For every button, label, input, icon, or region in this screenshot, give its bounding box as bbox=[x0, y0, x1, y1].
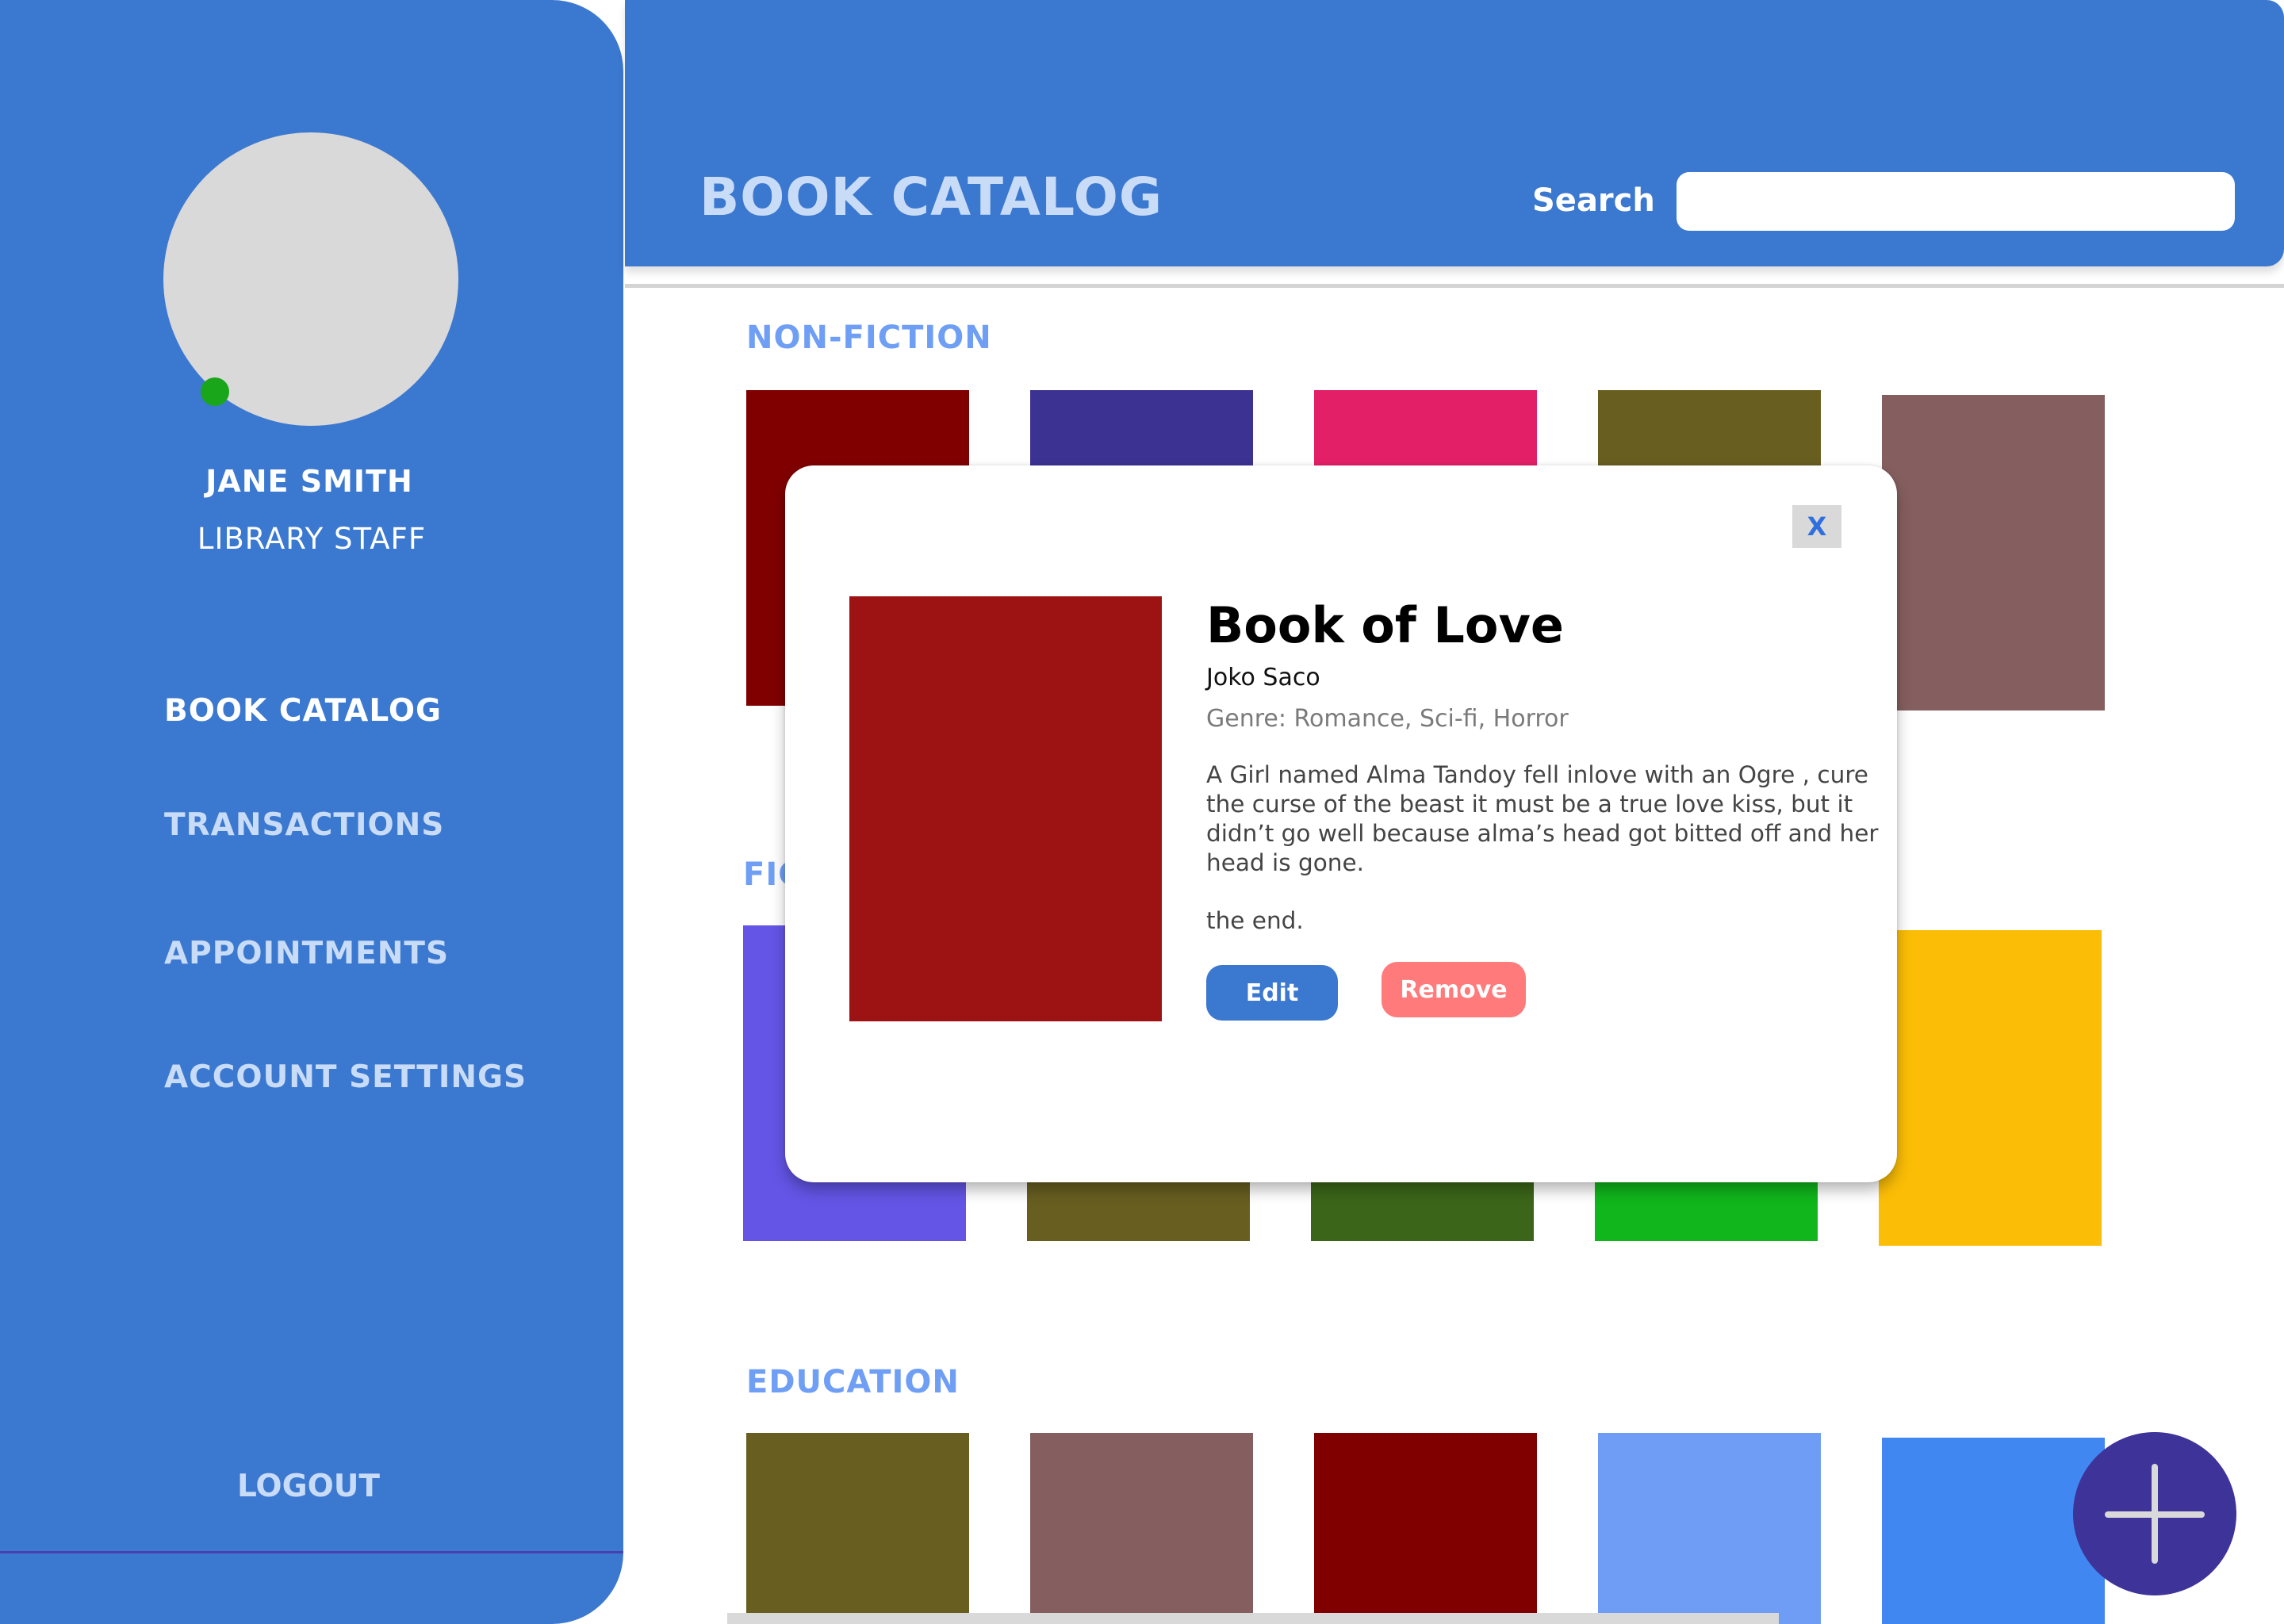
page-title: BOOK CATALOG bbox=[699, 167, 1163, 228]
horizontal-scrollbar[interactable] bbox=[727, 1613, 1779, 1624]
user-name: JANE SMITH bbox=[205, 464, 413, 499]
book-cover[interactable] bbox=[746, 1433, 969, 1615]
plus-icon bbox=[2152, 1464, 2158, 1564]
book-description: A Girl named Alma Tandoy fell inlove wit… bbox=[1206, 760, 1880, 964]
nav-book-catalog[interactable]: BOOK CATALOG bbox=[164, 693, 442, 729]
nav-appointments[interactable]: APPOINTMENTS bbox=[164, 936, 449, 971]
book-cover[interactable] bbox=[1030, 1433, 1253, 1615]
app-root: JANE SMITH LIBRARY STAFF BOOK CATALOG TR… bbox=[0, 0, 2284, 1624]
header-divider bbox=[625, 284, 2284, 288]
search-input[interactable] bbox=[1677, 172, 2235, 231]
remove-button[interactable]: Remove bbox=[1382, 962, 1526, 1017]
book-cover[interactable] bbox=[1879, 930, 2102, 1246]
sidebar-divider bbox=[0, 1551, 623, 1553]
description-paragraph: the end. bbox=[1206, 907, 1304, 934]
book-author: Joko Saco bbox=[1206, 664, 1320, 691]
user-role: LIBRARY STAFF bbox=[197, 522, 427, 556]
nav-transactions[interactable]: TRANSACTIONS bbox=[164, 807, 444, 843]
book-details-modal: X Book of Love Joko Saco Genre: Romance,… bbox=[785, 465, 1897, 1182]
book-cover[interactable] bbox=[1598, 1433, 1821, 1624]
nav-account-settings[interactable]: ACCOUNT SETTINGS bbox=[164, 1059, 527, 1095]
book-cover[interactable] bbox=[1314, 1433, 1537, 1615]
book-cover-large bbox=[849, 596, 1162, 1021]
sidebar: JANE SMITH LIBRARY STAFF BOOK CATALOG TR… bbox=[0, 0, 623, 1624]
section-title-non-fiction: NON-FICTION bbox=[746, 320, 992, 356]
online-status-indicator bbox=[201, 377, 229, 406]
book-title: Book of Love bbox=[1206, 596, 1564, 654]
logout-button[interactable]: LOGOUT bbox=[0, 1469, 617, 1504]
description-paragraph: A Girl named Alma Tandoy fell inlove wit… bbox=[1206, 761, 1879, 876]
book-genre: Genre: Romance, Sci-fi, Horror bbox=[1206, 705, 1569, 733]
close-button[interactable]: X bbox=[1792, 505, 1841, 548]
edit-button[interactable]: Edit bbox=[1206, 965, 1338, 1021]
book-cover[interactable] bbox=[1882, 395, 2105, 710]
section-title-education: EDUCATION bbox=[746, 1364, 960, 1400]
search-label: Search bbox=[1532, 182, 1655, 219]
add-book-button[interactable] bbox=[2073, 1432, 2236, 1595]
book-cover[interactable] bbox=[1882, 1438, 2105, 1624]
